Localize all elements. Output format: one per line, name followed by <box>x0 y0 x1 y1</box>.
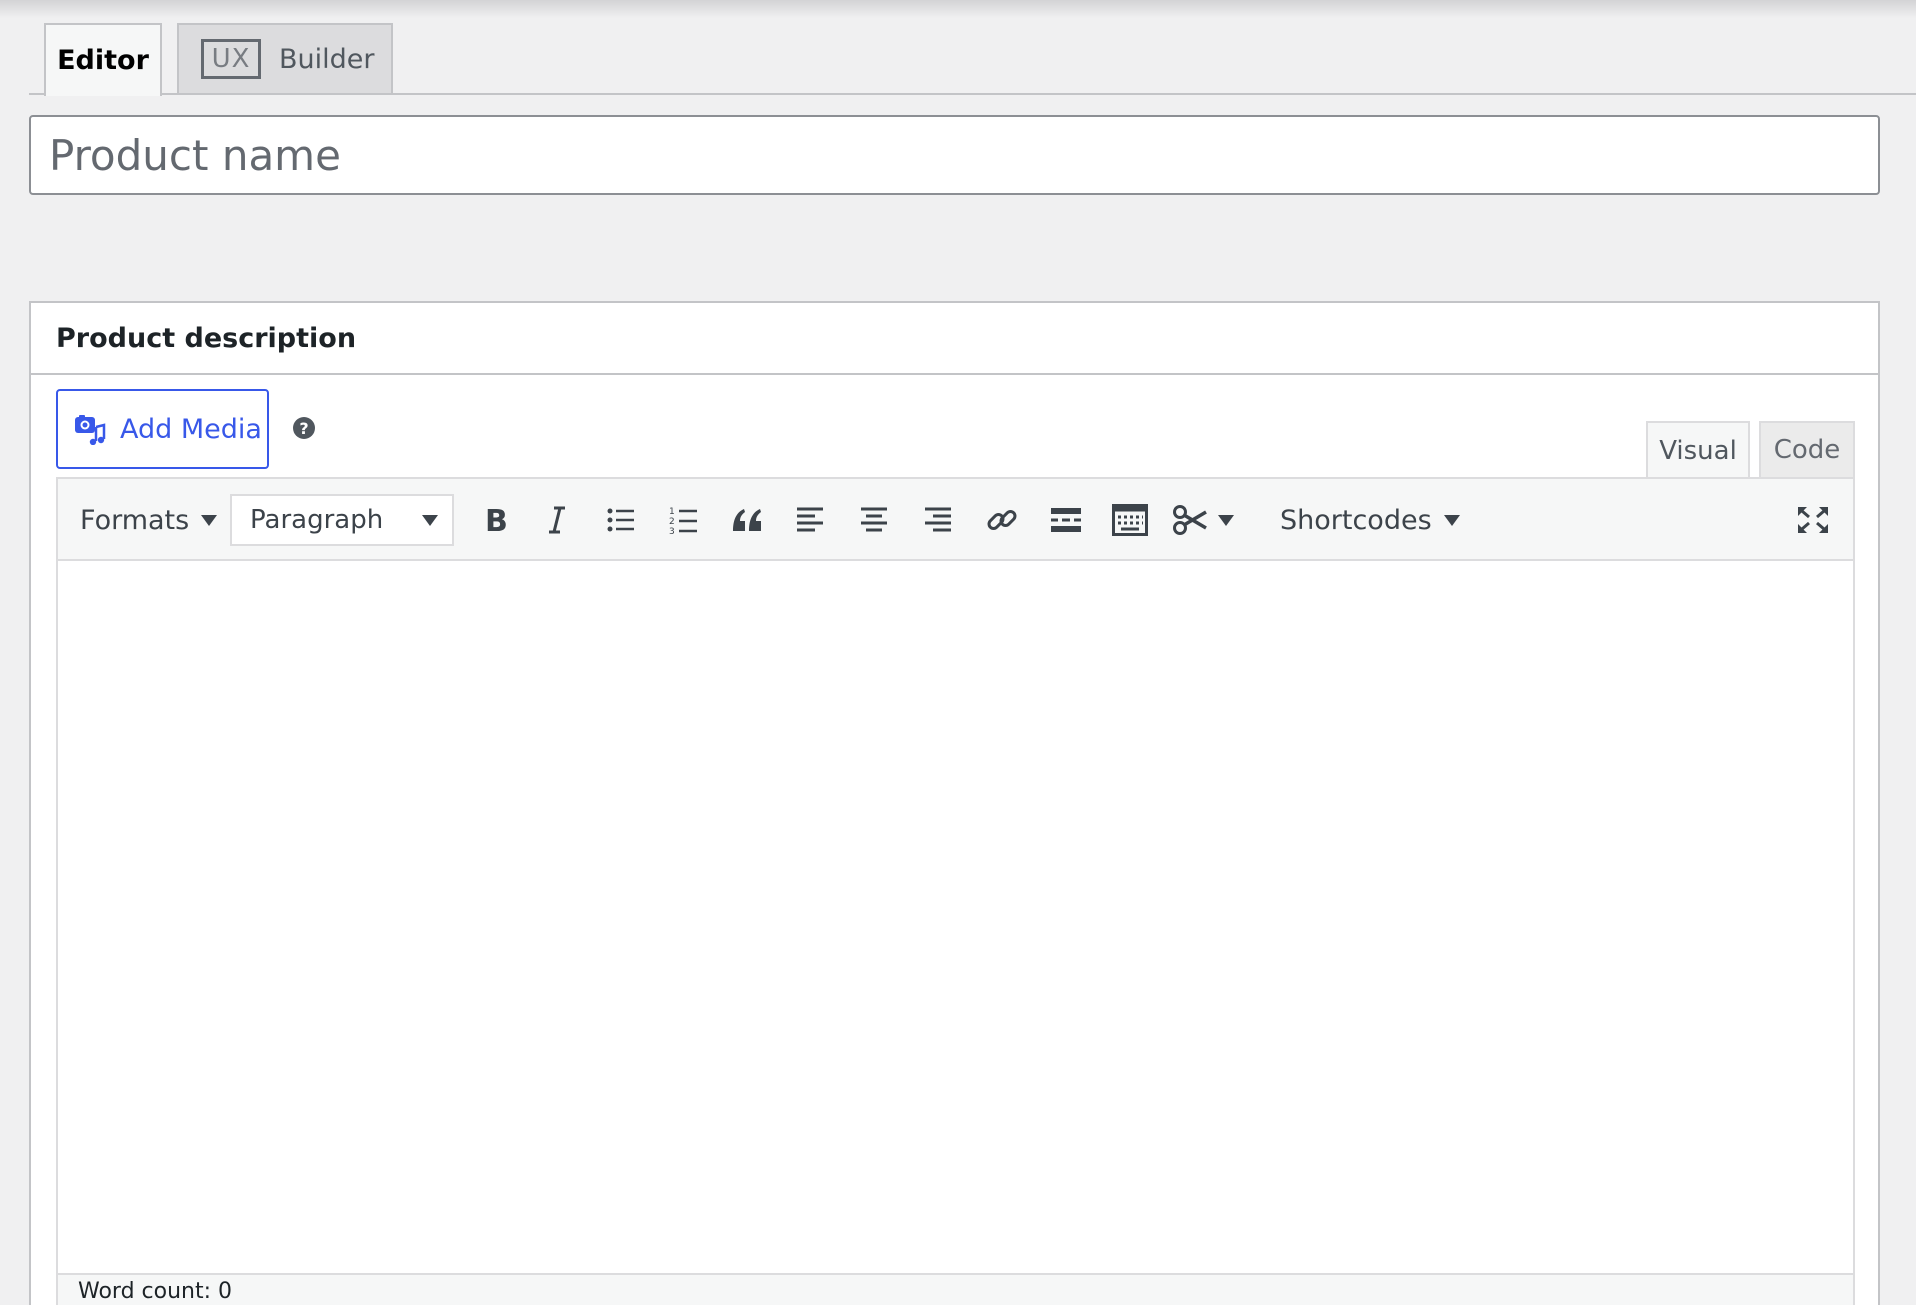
align-right-button[interactable] <box>913 479 963 561</box>
align-center-button[interactable] <box>849 479 899 561</box>
chevron-down-icon <box>422 515 438 526</box>
tabs-divider <box>29 93 1916 95</box>
align-center-icon <box>861 507 887 532</box>
tab-editor[interactable]: Editor <box>44 23 162 96</box>
shortcodes-label: Shortcodes <box>1280 504 1432 536</box>
insert-link-button[interactable] <box>977 479 1027 561</box>
fullscreen-icon <box>1798 507 1828 533</box>
product-edit-page: Editor UX Builder Product description Ad… <box>0 0 1916 1305</box>
formats-label: Formats <box>80 504 190 536</box>
toolbar-toggle-icon <box>1112 504 1148 536</box>
numbered-list-button[interactable]: 1 2 3 <box>659 479 709 561</box>
add-media-label: Add Media <box>120 413 262 445</box>
bold-icon: B <box>485 505 507 535</box>
product-name-input[interactable] <box>29 115 1880 195</box>
bulleted-list-button[interactable] <box>596 479 646 561</box>
link-icon <box>987 510 1017 530</box>
align-left-button[interactable] <box>785 479 835 561</box>
block-format-value: Paragraph <box>250 505 384 535</box>
chevron-down-icon <box>1218 514 1234 526</box>
product-description-heading: Product description <box>31 303 1878 375</box>
ux-logo-icon: UX <box>201 39 261 79</box>
product-description-box: Product description Add Media ? Visual C… <box>29 301 1880 1305</box>
svg-text:1: 1 <box>669 507 675 517</box>
tab-ux-builder[interactable]: UX Builder <box>177 23 393 93</box>
svg-text:B: B <box>485 505 507 535</box>
help-icon[interactable]: ? <box>293 417 315 439</box>
italic-button[interactable] <box>532 479 582 561</box>
fullscreen-button[interactable] <box>1788 479 1838 561</box>
editor-toolbar: Formats Paragraph B 1 2 3 Shortcodes <box>58 479 1853 561</box>
bulleted-list-icon <box>607 508 634 532</box>
add-media-button[interactable]: Add Media <box>56 389 269 469</box>
numbered-list-icon: 1 2 3 <box>669 507 697 535</box>
blockquote-button[interactable] <box>722 479 772 561</box>
tab-code[interactable]: Code <box>1759 421 1855 477</box>
tab-editor-label: Editor <box>57 45 149 76</box>
editor-content-area[interactable] <box>58 561 1853 1273</box>
blockquote-icon <box>733 509 761 531</box>
svg-text:2: 2 <box>669 517 675 527</box>
align-left-icon <box>797 507 823 532</box>
media-icon <box>75 415 106 445</box>
editor-status-bar: Word count: 0 <box>58 1273 1853 1305</box>
read-more-button[interactable] <box>1041 479 1091 561</box>
block-format-select[interactable]: Paragraph <box>230 494 454 546</box>
bold-button[interactable]: B <box>470 479 520 561</box>
align-right-icon <box>925 507 951 532</box>
word-count: Word count: 0 <box>78 1279 233 1304</box>
chevron-down-icon <box>1443 514 1460 526</box>
read-more-icon <box>1051 508 1081 532</box>
shortcode-insert-button[interactable] <box>1168 479 1238 561</box>
chevron-down-icon <box>201 514 218 526</box>
tab-visual[interactable]: Visual <box>1646 421 1750 479</box>
editor-wrap: Formats Paragraph B 1 2 3 Shortcodes Wor… <box>56 477 1855 1305</box>
formats-menu-button[interactable]: Formats <box>80 479 218 561</box>
scissors-icon <box>1173 505 1207 535</box>
tab-builder-label: Builder <box>279 43 375 75</box>
toolbar-toggle-button[interactable] <box>1105 479 1155 561</box>
shortcodes-menu-button[interactable]: Shortcodes <box>1280 479 1460 561</box>
top-bar-shadow <box>0 0 1916 18</box>
svg-text:3: 3 <box>669 527 675 535</box>
italic-icon <box>549 506 565 534</box>
